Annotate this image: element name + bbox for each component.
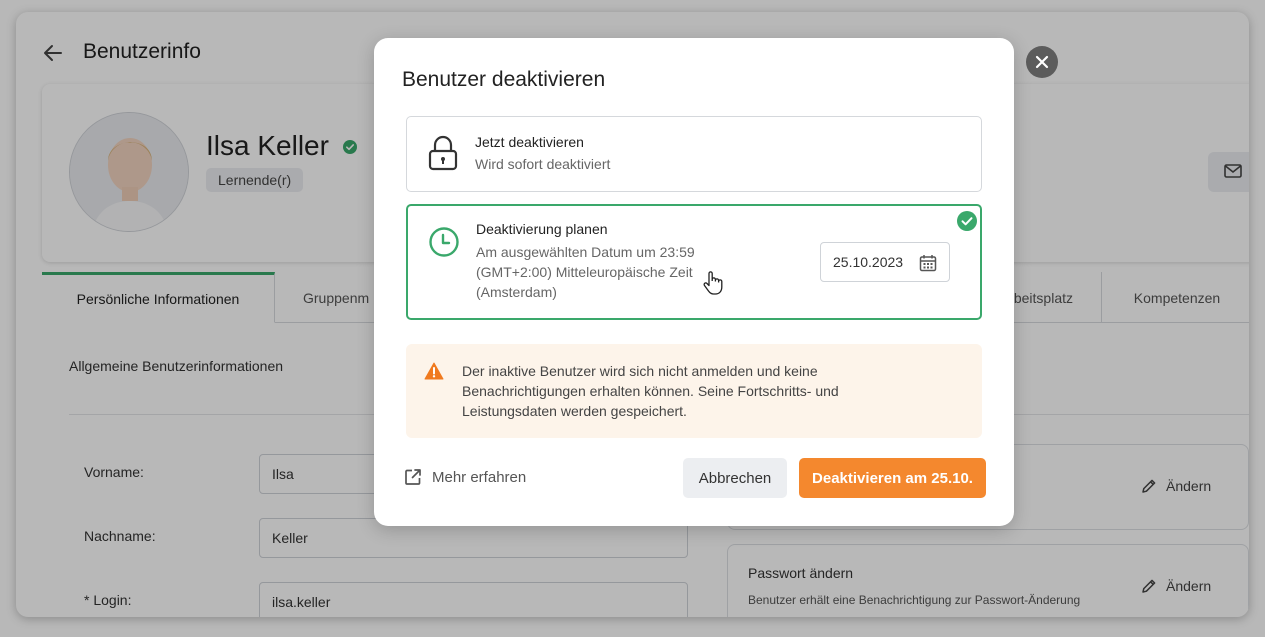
confirm-deactivate-button[interactable]: Deaktivieren am 25.10. — [799, 458, 986, 498]
warning-triangle-icon — [424, 362, 444, 380]
warning-text: Der inaktive Benutzer wird sich nicht an… — [462, 361, 932, 421]
selected-check-icon — [957, 211, 977, 231]
lock-icon — [428, 135, 458, 171]
option-schedule-desc-line1: Am ausgewählten Datum um 23:59 — [476, 244, 695, 260]
option-schedule-title: Deaktivierung planen — [476, 221, 608, 237]
close-modal-button[interactable] — [1026, 46, 1058, 78]
deactivate-user-dialog: Benutzer deaktivieren Jetzt deaktivieren… — [374, 38, 1014, 526]
warning-notice: Der inaktive Benutzer wird sich nicht an… — [406, 344, 982, 438]
close-icon — [1035, 55, 1049, 69]
external-link-icon — [405, 469, 421, 485]
option-schedule-desc-line2: (GMT+2:00) Mitteleuropäische Zeit — [476, 264, 693, 280]
option-schedule-desc-line3: (Amsterdam) — [476, 284, 557, 300]
dialog-title: Benutzer deaktivieren — [402, 68, 606, 91]
option-deactivate-now[interactable]: Jetzt deaktivieren Wird sofort deaktivie… — [406, 116, 982, 192]
hand-cursor-icon — [703, 271, 723, 295]
warning-line: Der inaktive Benutzer wird sich nicht an… — [462, 363, 818, 379]
learn-more-link[interactable]: Mehr erfahren — [404, 468, 526, 486]
date-picker-input[interactable]: 25.10.2023 — [820, 242, 950, 282]
option-now-title: Jetzt deaktivieren — [475, 134, 584, 150]
clock-icon — [429, 227, 459, 257]
warning-line: Benachrichtigungen erhalten können. Sein… — [462, 383, 839, 399]
learn-more-label: Mehr erfahren — [432, 468, 527, 486]
warning-line: Leistungsdaten werden gespeichert. — [462, 403, 687, 419]
option-now-description: Wird sofort deaktiviert — [475, 156, 611, 172]
cancel-button[interactable]: Abbrechen — [683, 458, 787, 498]
date-value: 25.10.2023 — [833, 254, 904, 270]
option-schedule-deactivation[interactable]: Deaktivierung planen Am ausgewählten Dat… — [406, 204, 982, 320]
calendar-icon[interactable] — [919, 254, 937, 272]
